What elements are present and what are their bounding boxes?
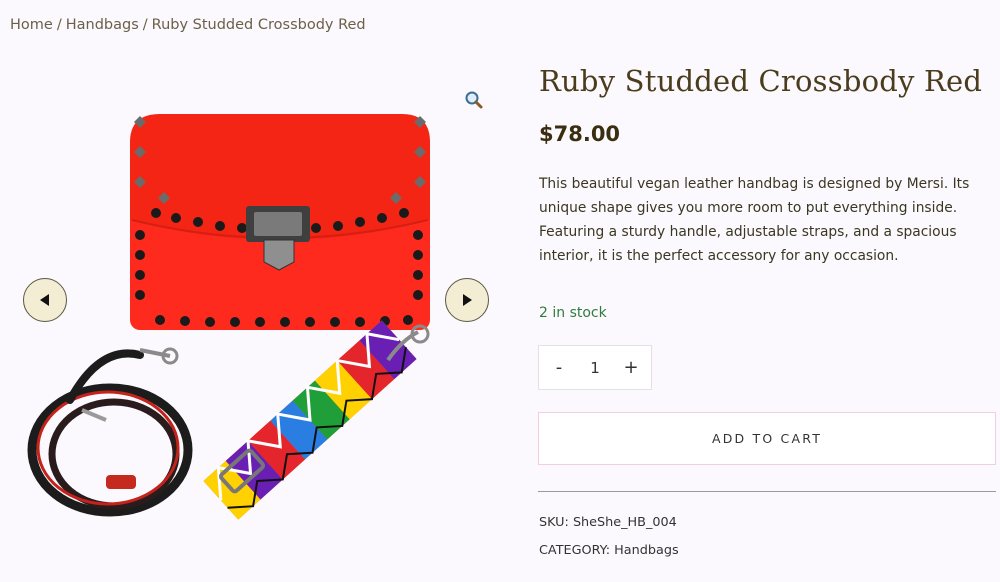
quantity-input[interactable]: 1 <box>590 359 600 377</box>
add-to-cart-button[interactable]: ADD TO CART <box>538 412 996 465</box>
product-sku: SKU: SheShe_HB_004 <box>539 515 677 530</box>
breadcrumb-home-link[interactable]: Home <box>10 17 53 33</box>
quantity-stepper: - 1 + <box>538 345 652 390</box>
category-label: CATEGORY: <box>539 543 611 558</box>
gallery-prev-button[interactable] <box>23 278 67 322</box>
product-image[interactable] <box>10 70 510 570</box>
sku-value: SheShe_HB_004 <box>572 515 677 530</box>
product-price: $78.00 <box>539 122 621 146</box>
breadcrumb: Home / Handbags / Ruby Studded Crossbody Red <box>10 17 366 33</box>
triangle-left-icon <box>40 294 49 306</box>
breadcrumb-separator: / <box>56 17 62 33</box>
magnifier-icon[interactable] <box>464 90 484 110</box>
stock-status: 2 in stock <box>539 305 607 321</box>
quantity-increase-button[interactable]: + <box>623 357 639 378</box>
breadcrumb-category-link[interactable]: Handbags <box>66 17 139 33</box>
product-description: This beautiful vegan leather handbag is … <box>539 176 970 264</box>
breadcrumb-separator: / <box>142 17 148 33</box>
gallery-next-button[interactable] <box>445 278 489 322</box>
category-link[interactable]: Handbags <box>614 543 678 558</box>
product-category: CATEGORY: Handbags <box>539 543 679 558</box>
product-title: Ruby Studded Crossbody Red <box>539 64 983 98</box>
sku-label: SKU: <box>539 515 569 530</box>
quantity-decrease-button[interactable]: - <box>551 357 567 378</box>
triangle-right-icon <box>463 294 472 306</box>
divider <box>538 491 996 492</box>
breadcrumb-current: Ruby Studded Crossbody Red <box>151 17 366 33</box>
